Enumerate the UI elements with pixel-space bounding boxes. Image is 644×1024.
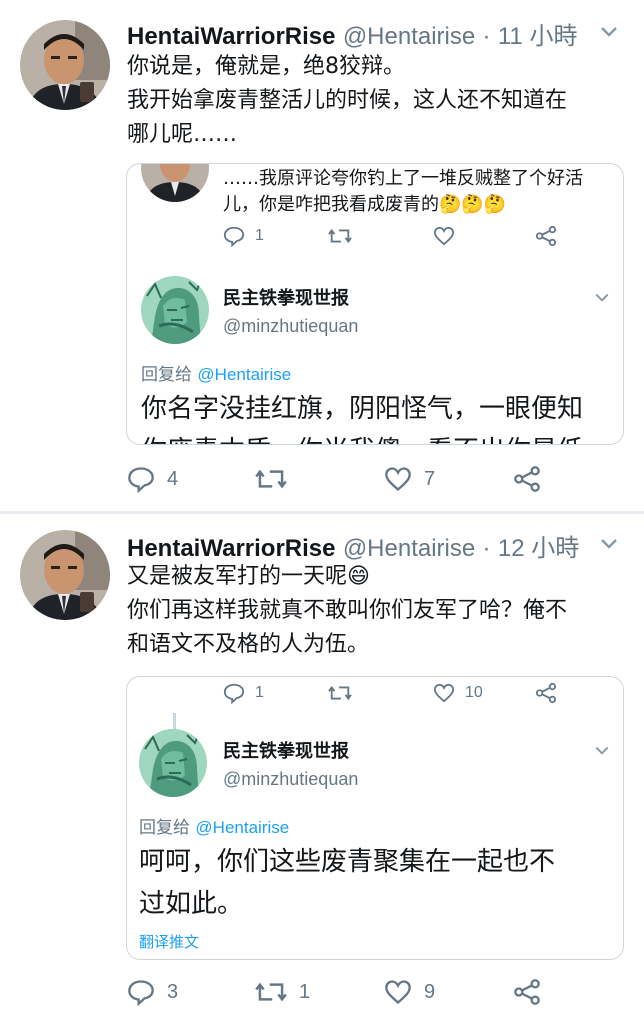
author-handle[interactable]: @Hentairise bbox=[343, 535, 475, 562]
tweet-text-line: 你们再这样我就真不敢叫你们友军了哈？俺不 bbox=[127, 598, 568, 623]
like-button[interactable] bbox=[433, 220, 455, 252]
retweet-button[interactable] bbox=[328, 220, 352, 252]
quoted-author-handle[interactable]: @minzhutiequan bbox=[223, 769, 358, 790]
like-count: 9 bbox=[424, 980, 436, 1003]
quoted-text-line: 你废青本质，你当我傻，看不出你是低 bbox=[141, 430, 583, 444]
translate-tweet-link[interactable]: 翻译推文 bbox=[139, 931, 199, 952]
quoted-prev-actions: 1 10 bbox=[223, 677, 603, 709]
quoted-text: 呵呵，你们这些废青聚集在一起也不 过如此。 bbox=[139, 841, 555, 925]
share-icon bbox=[513, 465, 541, 493]
quoted-text-line: ……我原评论夸你钓上了一堆反贼整了个好活 bbox=[223, 168, 583, 189]
share-button[interactable] bbox=[535, 677, 557, 709]
author-name[interactable]: HentaiWarriorRise bbox=[127, 23, 336, 50]
quoted-text: 你名字没挂红旗，阴阳怪气，一眼便知 你废青本质，你当我傻，看不出你是低 bbox=[141, 388, 584, 444]
like-button[interactable]: 9 bbox=[384, 976, 435, 1008]
reply-to-handle[interactable]: @Hentairise bbox=[197, 365, 291, 384]
like-button[interactable]: 7 bbox=[384, 463, 435, 495]
like-button[interactable]: 10 bbox=[433, 677, 483, 709]
reply-prefix: 回复给 bbox=[139, 818, 190, 838]
quoted-author-handle[interactable]: @minzhutiequan bbox=[223, 316, 358, 337]
chevron-down-icon[interactable] bbox=[598, 20, 620, 42]
author-name[interactable]: HentaiWarriorRise bbox=[127, 535, 336, 562]
quoted-author-name[interactable]: 民主铁拳现世报 bbox=[223, 284, 349, 310]
share-button[interactable] bbox=[513, 976, 541, 1008]
heart-icon bbox=[384, 466, 412, 492]
reply-icon bbox=[223, 682, 245, 704]
chevron-down-icon[interactable] bbox=[598, 532, 620, 554]
quoted-text-line: 呵呵，你们这些废青聚集在一起也不 bbox=[139, 847, 556, 877]
reply-count: 1 bbox=[255, 684, 264, 701]
quoted-thread-card[interactable]: 1 10 民主铁拳现世报 @minzhutiequan 回复给 @Hentair… bbox=[126, 676, 624, 960]
author-handle[interactable]: @Hentairise bbox=[343, 23, 475, 50]
reply-button[interactable]: 4 bbox=[127, 463, 178, 495]
quoted-text-line: 过如此。 bbox=[139, 889, 244, 919]
share-button[interactable] bbox=[535, 220, 557, 252]
timestamp[interactable]: 11 小時 bbox=[498, 23, 578, 50]
chevron-down-icon[interactable] bbox=[593, 741, 611, 763]
tweet-text-line: 你说是，俺就是，绝8狡辩。 bbox=[127, 54, 405, 79]
reply-button[interactable]: 1 bbox=[223, 220, 264, 252]
heart-icon bbox=[384, 979, 412, 1005]
retweet-icon bbox=[255, 978, 287, 1006]
share-button[interactable] bbox=[513, 463, 541, 495]
share-icon bbox=[535, 682, 557, 704]
heart-icon bbox=[433, 683, 455, 703]
reply-count: 4 bbox=[167, 467, 179, 490]
avatar[interactable] bbox=[141, 276, 209, 344]
chevron-down-icon[interactable] bbox=[593, 288, 611, 310]
retweet-count: 1 bbox=[299, 980, 311, 1003]
quoted-text-line: 你名字没挂红旗，阴阳怪气，一眼便知 bbox=[141, 394, 584, 424]
avatar[interactable] bbox=[20, 530, 110, 620]
tweet[interactable]: HentaiWarriorRise @Hentairise · 11 小時 你说… bbox=[0, 0, 644, 512]
tweet-text: 你说是，俺就是，绝8狡辩。 我开始拿废青整活儿的时候，这人还不知道在 哪儿呢…… bbox=[127, 50, 624, 152]
tweet-actions: 4 7 bbox=[127, 463, 547, 495]
retweet-button[interactable] bbox=[328, 677, 352, 709]
quoted-prev-text: ……我原评论夸你钓上了一堆反贼整了个好活 儿，你是咋把我看成废青的🤔🤔🤔 bbox=[223, 166, 583, 218]
quoted-author-name[interactable]: 民主铁拳现世报 bbox=[223, 737, 349, 763]
reply-count: 3 bbox=[167, 980, 179, 1003]
retweet-button[interactable]: 1 bbox=[255, 976, 310, 1008]
heart-icon bbox=[433, 226, 455, 246]
like-count: 10 bbox=[465, 684, 483, 701]
retweet-icon bbox=[328, 225, 352, 247]
quoted-text-line: 儿，你是咋把我看成废青的🤔🤔🤔 bbox=[223, 194, 507, 215]
reply-button[interactable]: 1 bbox=[223, 677, 264, 709]
share-icon bbox=[535, 225, 557, 247]
tweet-text-line: 和语文不及格的人为伍。 bbox=[127, 632, 370, 657]
separator-dot: · bbox=[482, 23, 491, 50]
tweet-text-line: 我开始拿废青整活儿的时候，这人还不知道在 bbox=[127, 88, 568, 113]
tweet-actions: 3 1 9 bbox=[127, 976, 547, 1008]
reply-to-line: 回复给 @Hentairise bbox=[141, 360, 291, 385]
share-icon bbox=[513, 978, 541, 1006]
retweet-button[interactable] bbox=[255, 463, 287, 495]
quoted-prev-actions: 1 bbox=[223, 220, 603, 252]
avatar[interactable] bbox=[141, 164, 209, 202]
reply-to-handle[interactable]: @Hentairise bbox=[195, 818, 289, 837]
reply-count: 1 bbox=[255, 227, 264, 244]
like-count: 7 bbox=[424, 467, 436, 490]
avatar[interactable] bbox=[20, 20, 110, 110]
reply-to-line: 回复给 @Hentairise bbox=[139, 813, 289, 838]
reply-icon bbox=[127, 465, 155, 493]
retweet-icon bbox=[328, 682, 352, 704]
retweet-icon bbox=[255, 465, 287, 493]
tweet-text-line: 哪儿呢…… bbox=[127, 122, 238, 147]
quoted-thread-card[interactable]: ……我原评论夸你钓上了一堆反贼整了个好活 儿，你是咋把我看成废青的🤔🤔🤔 1 民… bbox=[126, 163, 624, 445]
reply-icon bbox=[223, 225, 245, 247]
avatar[interactable] bbox=[139, 729, 207, 797]
tweet[interactable]: HentaiWarriorRise @Hentairise · 12 小時 又是… bbox=[0, 514, 644, 1024]
reply-icon bbox=[127, 978, 155, 1006]
separator-dot: · bbox=[482, 535, 491, 562]
tweet-text-line: 又是被友军打的一天呢😄 bbox=[127, 564, 370, 589]
tweet-text: 又是被友军打的一天呢😄 你们再这样我就真不敢叫你们友军了哈？俺不 和语文不及格的… bbox=[127, 560, 624, 662]
reply-button[interactable]: 3 bbox=[127, 976, 178, 1008]
reply-prefix: 回复给 bbox=[141, 365, 192, 385]
timestamp[interactable]: 12 小時 bbox=[498, 535, 579, 562]
